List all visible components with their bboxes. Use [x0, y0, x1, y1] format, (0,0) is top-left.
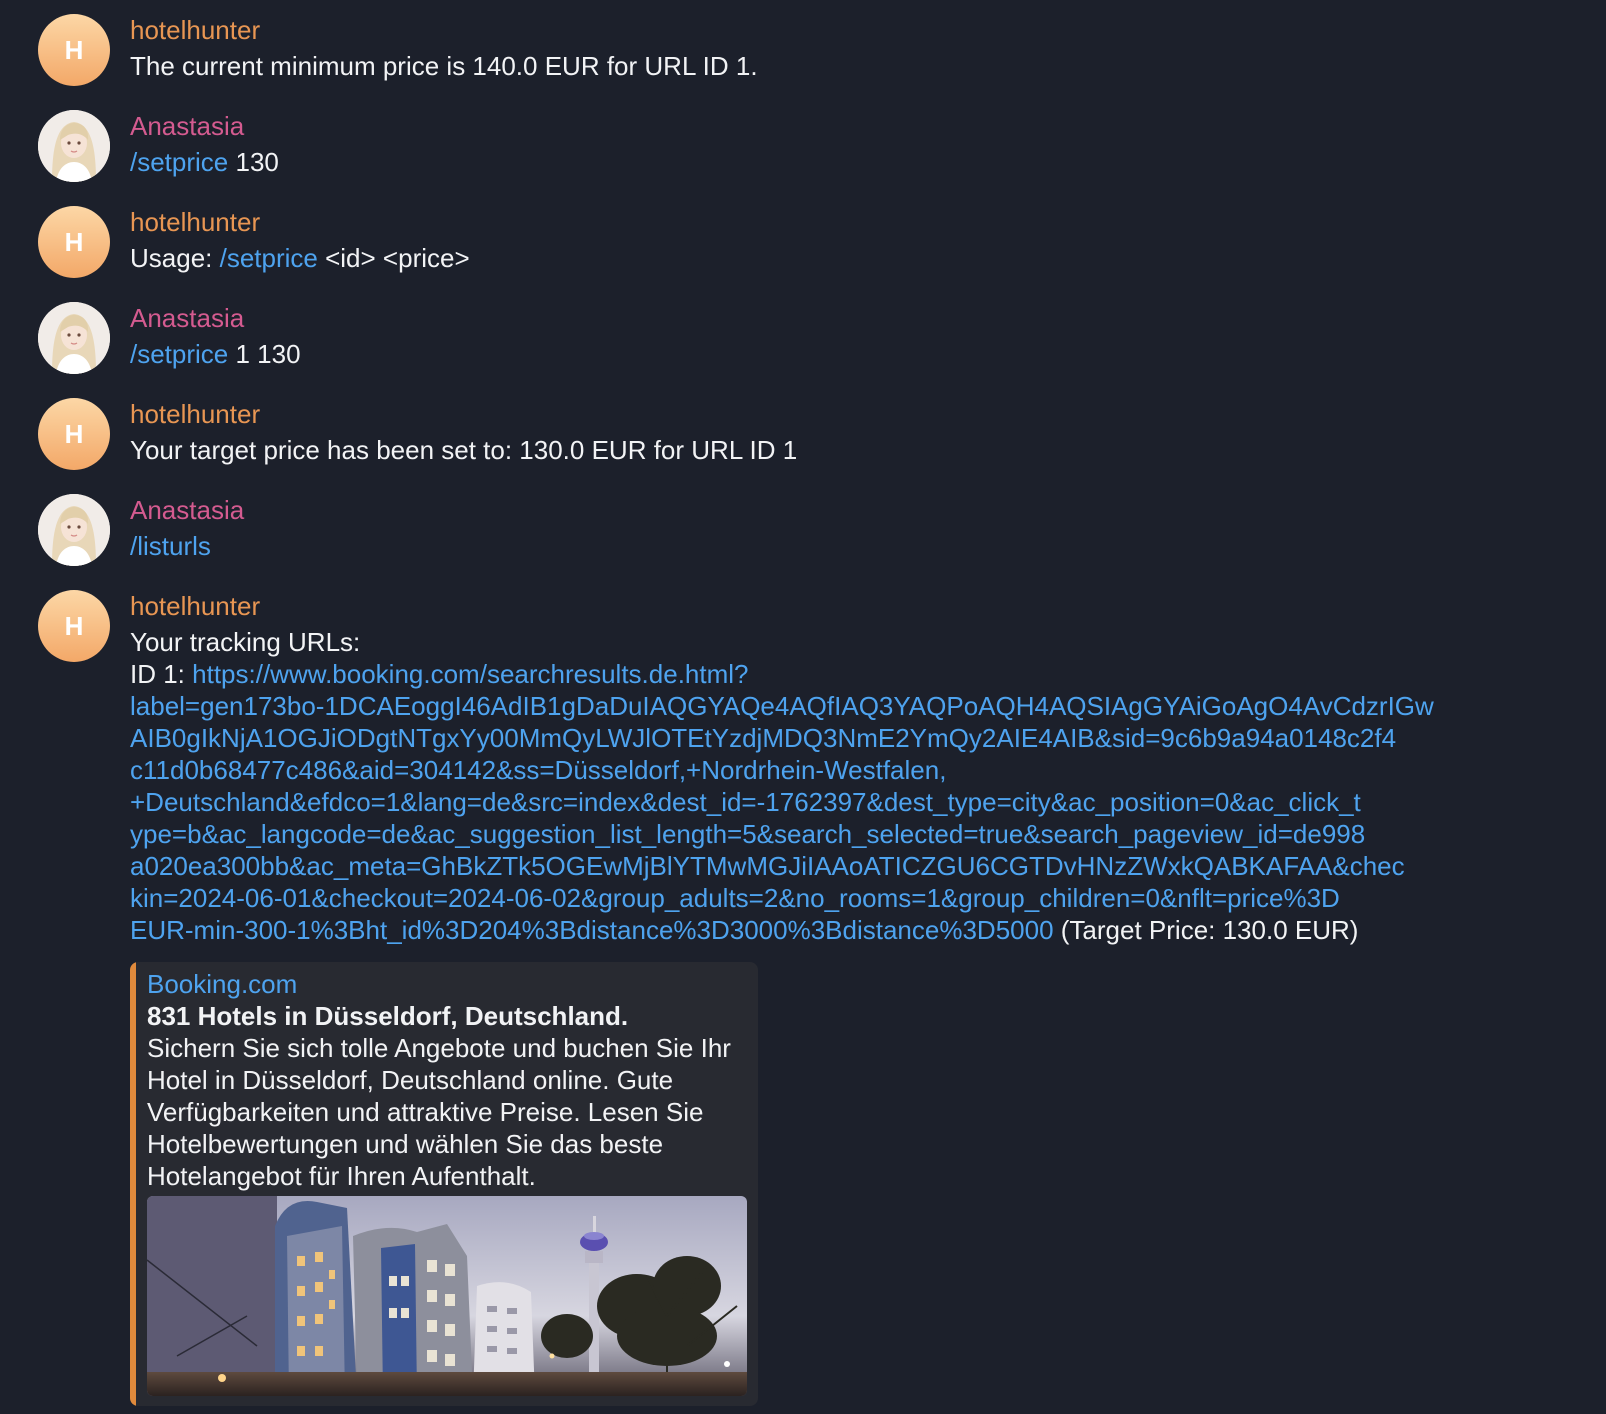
message-text: /setprice 1 130 [130, 338, 1546, 370]
preview-accent-bar [130, 962, 136, 1406]
message-text: /setprice 130 [130, 146, 1546, 178]
command-args: 1 130 [228, 339, 301, 369]
preview-description: Sichern Sie sich tolle Angebote und buch… [147, 1033, 731, 1191]
command-link[interactable]: /listurls [130, 531, 211, 561]
sender-name[interactable]: Anastasia [130, 302, 1546, 338]
url-line: label=gen173bo-1DCAEoggI46AdIB1gDaDuIAQG… [130, 691, 1434, 721]
sender-name[interactable]: hotelhunter [130, 14, 1546, 50]
user-avatar[interactable] [38, 302, 110, 374]
user-avatar-image [38, 302, 110, 374]
url-id-label: ID 1: [130, 659, 193, 689]
bot-avatar[interactable]: H [38, 206, 110, 278]
command-args: 130 [228, 147, 279, 177]
message-text: /listurls [130, 530, 1546, 562]
url-line: c11d0b68477c486&aid=304142&ss=Düsseldorf… [130, 755, 947, 785]
avatar-letter: H [64, 226, 84, 257]
tracking-heading: Your tracking URLs: [130, 627, 361, 657]
tracking-url-link[interactable]: https://www.booking.com/searchresults.de… [130, 659, 1434, 945]
avatar-letter: H [64, 418, 84, 449]
sender-name[interactable]: hotelhunter [130, 206, 1546, 242]
avatar-letter: H [64, 34, 84, 65]
url-line: a020ea300bb&ac_meta=GhBkZTk5OGEwMjBlYTMw… [130, 851, 1405, 881]
target-price-text: (Target Price: 130.0 EUR) [1053, 915, 1359, 945]
user-avatar[interactable] [38, 494, 110, 566]
tracking-url-entry: ID 1: https://www.booking.com/searchresu… [130, 658, 1546, 946]
sender-name[interactable]: hotelhunter [130, 398, 1546, 434]
preview-image[interactable] [147, 1196, 747, 1396]
preview-title: 831 Hotels in Düsseldorf, Deutschland. [147, 1001, 629, 1031]
message-text: The current minimum price is 140.0 EUR f… [130, 51, 758, 81]
url-line: https://www.booking.com/searchresults.de… [192, 659, 749, 689]
usage-suffix: <id> <price> [317, 243, 470, 273]
user-avatar-image [38, 494, 110, 566]
message-text: Usage: /setprice <id> <price> [130, 242, 1546, 274]
command-link[interactable]: /setprice [130, 339, 228, 369]
url-line: ype=b&ac_langcode=de&ac_suggestion_list_… [130, 819, 1366, 849]
command-link[interactable]: /setprice [220, 243, 318, 273]
url-line: kin=2024-06-01&checkout=2024-06-02&group… [130, 883, 1340, 913]
preview-site-name[interactable]: Booking.com [147, 968, 297, 1000]
link-preview-card[interactable]: Booking.com 831 Hotels in Düsseldorf, De… [130, 962, 758, 1406]
sender-name[interactable]: Anastasia [130, 110, 1546, 146]
message-text: Your target price has been set to: 130.0… [130, 435, 798, 465]
command-link[interactable]: /setprice [130, 147, 228, 177]
url-line: +Deutschland&efdco=1&lang=de&src=index&d… [130, 787, 1361, 817]
avatar-letter: H [64, 610, 84, 641]
chat-history: H hotelhunter The current minimum price … [0, 0, 1606, 1414]
bot-avatar[interactable]: H [38, 14, 110, 86]
sender-name[interactable]: Anastasia [130, 494, 1546, 530]
bot-avatar[interactable]: H [38, 590, 110, 662]
url-line: EUR-min-300-1%3Bht_id%3D204%3Bdistance%3… [130, 915, 1054, 945]
url-line: AIB0gIkNjA1OGJiODgtNTgxYy00MmQyLWJlOTEtY… [130, 723, 1397, 753]
user-avatar[interactable] [38, 110, 110, 182]
user-avatar-image [38, 110, 110, 182]
dusseldorf-night-photo [147, 1196, 747, 1396]
bot-avatar[interactable]: H [38, 398, 110, 470]
usage-prefix: Usage: [130, 243, 220, 273]
sender-name[interactable]: hotelhunter [130, 590, 1546, 626]
